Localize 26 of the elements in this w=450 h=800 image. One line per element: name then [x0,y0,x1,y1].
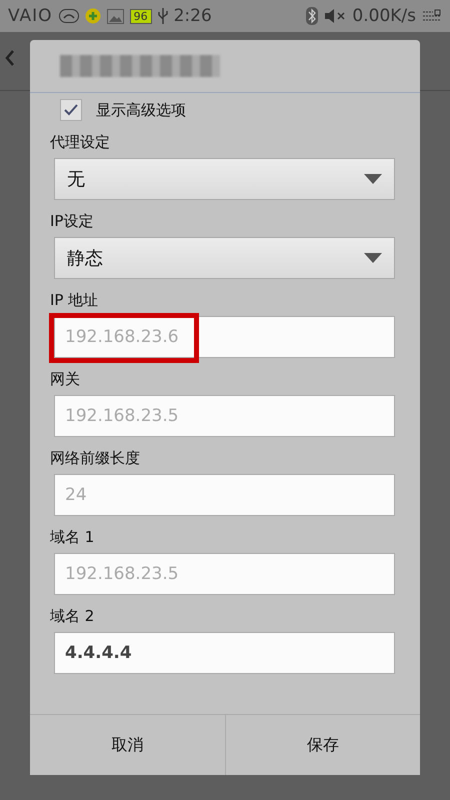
field-label: 域名 1 [50,528,96,547]
bluetooth-icon [306,7,318,25]
dropdown[interactable]: 无 [54,158,395,200]
dialog-button[interactable]: 取消 [30,715,226,775]
field-label: 网络前缀长度 [50,449,141,468]
usb-icon [158,7,168,25]
field-label: 网关 [50,370,81,389]
image-icon [106,8,124,24]
battery-icon: 96 [130,8,152,24]
network-speed: 0.00K/s [352,6,416,26]
caret-icon [364,253,382,263]
mute-icon [324,9,346,23]
brand-logo: VAIO [8,6,53,26]
field-label: 域名 2 [50,607,96,626]
network-icon [422,9,442,23]
checkbox-label: 显示高级选项 [96,100,186,120]
input-field[interactable]: 4.4.4.4 [54,632,395,674]
back-icon[interactable] [5,50,15,66]
caret-icon [364,174,382,184]
dropdown[interactable]: 静态 [54,237,395,279]
field-label: IP 地址 [50,291,100,310]
clock: 2:26 [174,6,212,26]
checkmark-icon [63,103,79,117]
field-label: 代理设定 [50,133,111,152]
checkbox[interactable] [60,99,82,121]
field-label: IP设定 [50,212,94,231]
